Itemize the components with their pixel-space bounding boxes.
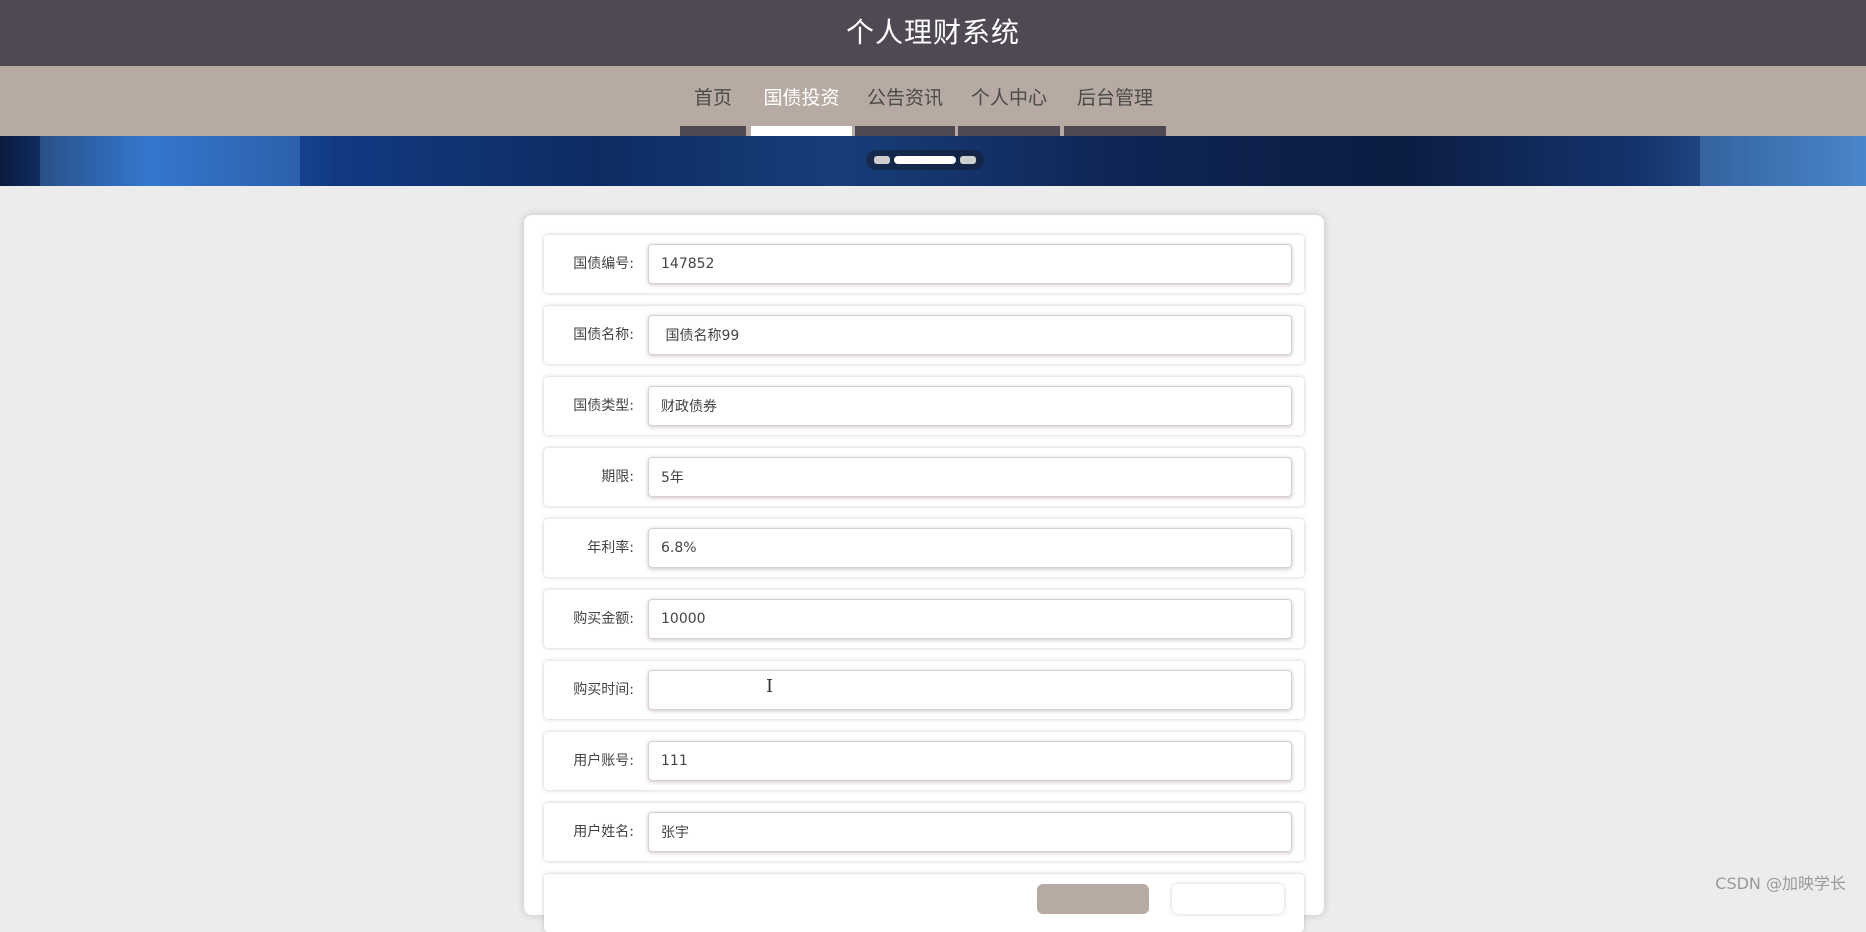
nav-item-announcements[interactable]: 公告资讯 <box>855 66 955 136</box>
term-field[interactable] <box>648 457 1292 497</box>
nav-item-personal-center[interactable]: 个人中心 <box>958 66 1060 136</box>
field-label: 国债编号: <box>573 256 634 272</box>
form-row-bond-name: 国债名称: <box>544 306 1304 364</box>
watermark: CSDN @加映学长 <box>1715 874 1846 893</box>
purchase-time-field[interactable] <box>648 670 1292 710</box>
user-name-field[interactable] <box>648 812 1292 852</box>
form-row-bond-id: 国债编号: <box>544 235 1304 293</box>
bond-purchase-form: 国债编号: 国债名称: 国债类型: 期限: 年利率: 购买金额: 购买时间: 用… <box>524 215 1324 932</box>
carousel-indicators <box>866 150 984 170</box>
text-cursor-icon: I <box>766 676 774 697</box>
nav-tab-indicator <box>751 126 852 136</box>
nav-item-home[interactable]: 首页 <box>680 66 746 136</box>
form-row-term: 期限: <box>544 448 1304 506</box>
site-header: 个人理财系统 <box>0 0 1866 66</box>
annual-rate-field[interactable] <box>648 528 1292 568</box>
nav-tab-indicator <box>855 126 955 136</box>
bond-id-field[interactable] <box>648 244 1292 284</box>
nav-item-admin[interactable]: 后台管理 <box>1064 66 1166 136</box>
banner-highlight <box>40 136 300 186</box>
carousel-dot[interactable] <box>874 156 890 164</box>
nav-item-label: 国债投资 <box>763 87 840 109</box>
reset-button[interactable] <box>1172 884 1284 914</box>
carousel-dot-active[interactable] <box>894 156 956 164</box>
form-row-user-name: 用户姓名: <box>544 803 1304 861</box>
field-label: 购买时间: <box>573 682 634 698</box>
field-label: 用户账号: <box>573 753 634 769</box>
nav-item-label: 首页 <box>693 87 732 109</box>
main-nav: 首页 国债投资 公告资讯 个人中心 后台管理 <box>0 66 1866 136</box>
form-row-purchase-time: 购买时间: <box>544 661 1304 719</box>
nav-tab-indicator <box>680 126 746 136</box>
nav-item-label: 个人中心 <box>970 87 1047 109</box>
field-label: 国债类型: <box>573 398 634 414</box>
submit-button[interactable] <box>1037 884 1149 914</box>
nav-item-label: 后台管理 <box>1076 87 1153 109</box>
form-row-annual-rate: 年利率: <box>544 519 1304 577</box>
form-row-user-account: 用户账号: <box>544 732 1304 790</box>
field-label: 期限: <box>601 469 634 485</box>
purchase-amount-field[interactable] <box>648 599 1292 639</box>
carousel-dot[interactable] <box>960 156 976 164</box>
bond-type-field[interactable] <box>648 386 1292 426</box>
site-title: 个人理财系统 <box>845 16 1020 49</box>
field-label: 国债名称: <box>573 327 634 343</box>
field-label: 用户姓名: <box>573 824 634 840</box>
carousel-banner <box>0 136 1866 186</box>
field-label: 购买金额: <box>573 611 634 627</box>
bond-name-field[interactable] <box>648 315 1292 355</box>
nav-item-bond-investment[interactable]: 国债投资 <box>751 66 852 136</box>
form-row-bond-type: 国债类型: <box>544 377 1304 435</box>
nav-tab-indicator <box>1064 126 1166 136</box>
user-account-field[interactable] <box>648 741 1292 781</box>
nav-item-label: 公告资讯 <box>866 87 943 109</box>
banner-highlight <box>1700 136 1866 186</box>
nav-tab-indicator <box>958 126 1060 136</box>
field-label: 年利率: <box>587 540 634 556</box>
form-row-purchase-amount: 购买金额: <box>544 590 1304 648</box>
